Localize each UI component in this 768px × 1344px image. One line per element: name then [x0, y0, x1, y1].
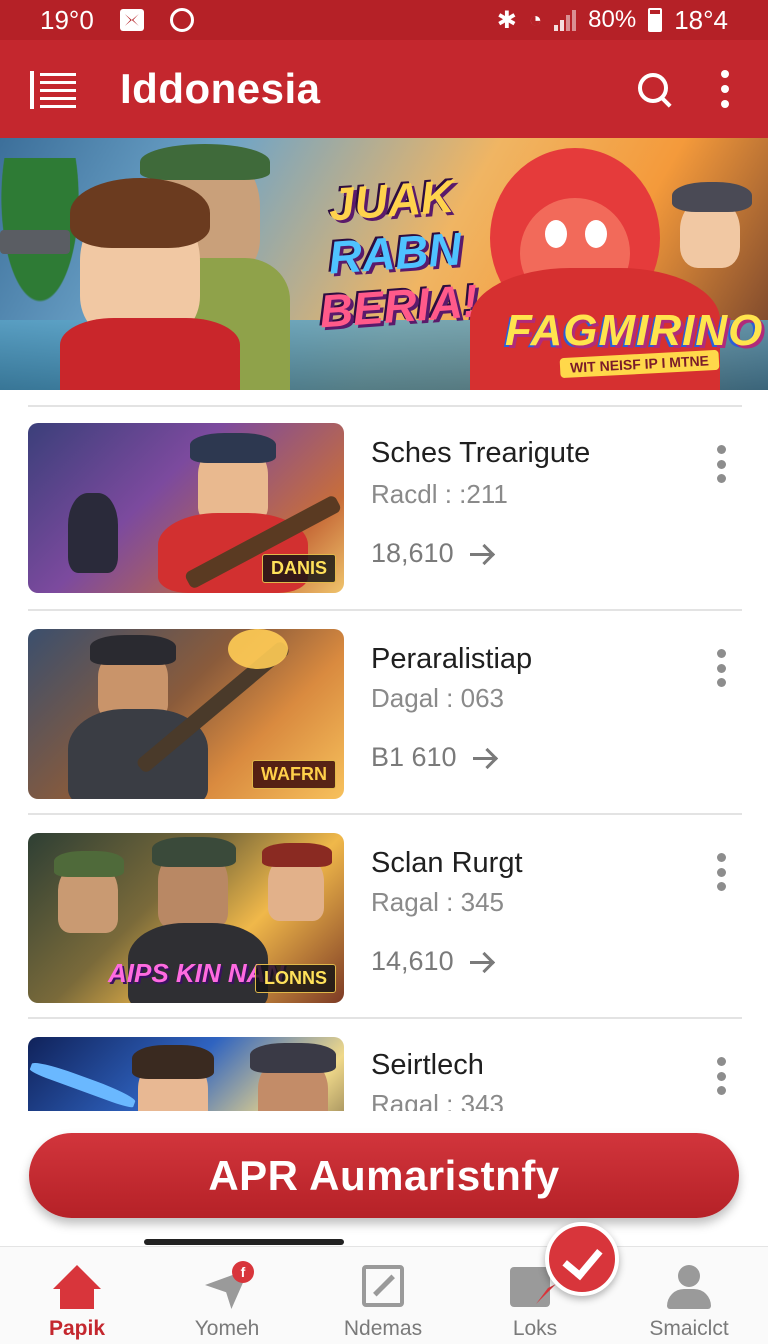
status-time-left: 19°0 — [40, 4, 94, 35]
game-title: Sches Trearigute — [371, 437, 591, 469]
banner-brand: FAGMIRINO — [505, 306, 764, 355]
game-title: Peraralistiap — [371, 643, 533, 675]
more-options-icon[interactable] — [716, 1057, 726, 1095]
sync-icon — [169, 8, 194, 32]
cta-button[interactable]: APR Aumaristnfy — [29, 1133, 739, 1218]
game-subtitle: Ragal : 345 — [371, 887, 504, 917]
list-item[interactable]: AIPS KIN NAN LONNS Sclan Rurgt Ragal : 3… — [0, 815, 768, 1003]
user-icon — [667, 1265, 711, 1309]
game-thumbnail: DANIS — [28, 423, 344, 593]
battery-percent: 80% — [588, 6, 637, 33]
game-subtitle: Racdl : :211 — [371, 479, 508, 509]
arrow-right-icon[interactable] — [469, 544, 494, 564]
thumbnail-label: LONNS — [255, 964, 336, 993]
nav-item-smaiclct[interactable]: Smaiclct — [612, 1247, 766, 1344]
game-subtitle: Ragal : 343 — [371, 1089, 504, 1111]
nav-label: Smaiclct — [649, 1317, 729, 1340]
signal-icon — [554, 9, 577, 31]
thumbnail-label: WAFRN — [252, 760, 336, 789]
game-count: 14,610 — [371, 946, 494, 977]
game-thumbnail — [28, 1037, 344, 1111]
game-thumbnail: WAFRN — [28, 629, 344, 799]
nav-label: Yomeh — [194, 1317, 260, 1340]
status-time-right: 18°4 — [674, 4, 728, 35]
app-title: Iddonesia — [120, 65, 321, 112]
notification-badge: f — [232, 1261, 254, 1283]
home-icon — [53, 1265, 101, 1309]
status-bar: 19°0 ✱ ◔ 80% 18°4 — [0, 0, 768, 40]
list-item[interactable]: Seirtlech Ragal : 343 — [0, 1019, 768, 1111]
game-count-value: B1 610 — [371, 742, 457, 772]
bottom-nav: Papik f Yomeh Ndemas Loks Smaiclct — [0, 1246, 768, 1344]
arrow-right-icon[interactable] — [469, 952, 494, 972]
game-count-value: 14,610 — [371, 946, 454, 976]
cube-icon — [510, 1267, 550, 1307]
nav-label: Loks — [512, 1317, 558, 1340]
wifi-icon: ◔ — [528, 7, 543, 32]
check-fab-button[interactable] — [545, 1222, 619, 1296]
nav-item-yomeh[interactable]: f Yomeh — [150, 1247, 304, 1344]
menu-icon[interactable] — [30, 69, 76, 109]
search-icon[interactable] — [636, 71, 672, 107]
app-bar: Iddonesia — [0, 40, 768, 138]
more-options-icon[interactable] — [716, 649, 726, 687]
more-options-icon[interactable] — [716, 853, 726, 891]
nav-label: Ndemas — [343, 1317, 423, 1340]
game-title: Seirtlech — [371, 1049, 484, 1081]
more-options-icon[interactable] — [716, 445, 726, 483]
game-subtitle: Dagal : 063 — [371, 683, 504, 713]
game-count: B1 610 — [371, 742, 497, 773]
edit-icon — [362, 1265, 404, 1307]
battery-icon — [648, 8, 663, 32]
promo-banner[interactable]: JUAK RABN BERIA! FAGMIRINO WIT NEISF IP … — [0, 138, 768, 390]
more-options-icon[interactable] — [720, 70, 730, 108]
pistol-icon — [0, 230, 70, 254]
game-count: 18,610 — [371, 538, 494, 569]
notification-icon — [119, 9, 144, 31]
list-item[interactable]: DANIS Sches Trearigute Racdl : :211 18,6… — [0, 405, 768, 593]
game-thumbnail: AIPS KIN NAN LONNS — [28, 833, 344, 1003]
nav-label: Papik — [48, 1317, 106, 1340]
arrow-right-icon[interactable] — [472, 748, 497, 768]
game-count-value: 18,610 — [371, 538, 454, 568]
bluetooth-icon: ✱ — [496, 6, 517, 34]
list-item[interactable]: WAFRN Peraralistiap Dagal : 063 B1 610 — [0, 611, 768, 799]
nav-item-papik[interactable]: Papik — [0, 1247, 154, 1344]
banner-slogan: JUAK RABN BERIA! — [295, 168, 496, 340]
game-title: Sclan Rurgt — [371, 847, 523, 879]
thumbnail-label: DANIS — [261, 554, 336, 583]
nav-item-ndemas[interactable]: Ndemas — [306, 1247, 460, 1344]
scroll-indicator — [144, 1239, 344, 1245]
